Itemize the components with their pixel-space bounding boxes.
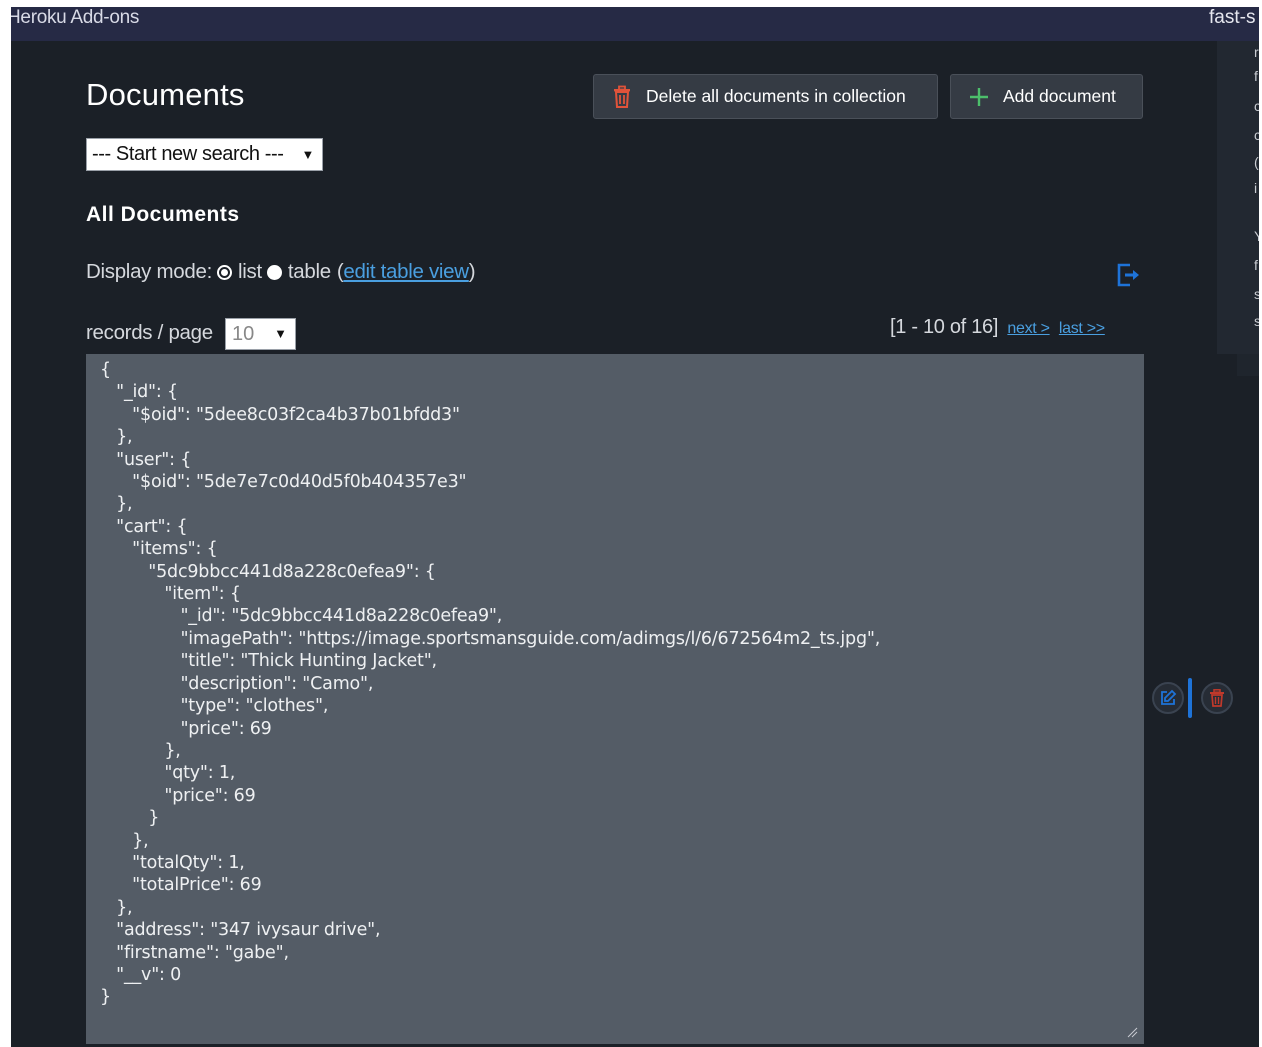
export-icon[interactable] <box>1115 261 1143 289</box>
pagination: [1 - 10 of 16] next > last >> <box>890 316 1105 339</box>
add-document-label: Add document <box>1003 86 1116 106</box>
edit-document-button[interactable] <box>1152 682 1184 714</box>
trash-icon <box>614 85 630 108</box>
document-json[interactable]: { "_id": { "$oid": "5dee8c03f2ca4b37b01b… <box>100 359 880 1009</box>
display-mode: Display mode: list table ( edit table vi… <box>86 260 476 284</box>
section-title: All Documents <box>86 203 240 226</box>
table-radio-label[interactable]: table <box>288 260 331 284</box>
side-text: c <box>1254 98 1259 114</box>
app-frame: Heroku Add-ons fast-s r f c c ( i Y f s … <box>11 7 1259 1047</box>
list-radio-label[interactable]: list <box>238 260 262 284</box>
display-mode-label: Display mode: <box>86 260 212 283</box>
table-radio[interactable] <box>266 264 282 280</box>
delete-all-documents-button[interactable]: Delete all documents in collection <box>593 74 938 119</box>
side-text: c <box>1254 127 1259 143</box>
next-page-link[interactable]: next > <box>1007 320 1050 337</box>
side-text: r <box>1254 44 1259 60</box>
records-per-page-select[interactable]: 10 ▼ <box>225 318 296 350</box>
app-name[interactable]: fast-s <box>1209 7 1255 29</box>
search-select[interactable]: --- Start new search --- ▼ <box>86 138 323 171</box>
resize-handle-icon[interactable] <box>1126 1026 1138 1038</box>
page-title: Documents <box>86 77 245 112</box>
search-select-value: --- Start new search --- <box>92 143 284 165</box>
trash-icon <box>1210 689 1224 707</box>
chevron-down-icon: ▼ <box>301 147 315 162</box>
delete-document-button[interactable] <box>1201 682 1233 714</box>
action-divider <box>1188 678 1192 718</box>
side-text: f <box>1254 257 1258 273</box>
topbar-title[interactable]: Heroku Add-ons <box>11 7 139 29</box>
side-text: i <box>1254 180 1258 196</box>
pagination-range: [1 - 10 of 16] <box>890 316 999 338</box>
records-per-page-value: 10 <box>232 323 255 345</box>
side-text: Y <box>1254 228 1259 244</box>
last-page-link[interactable]: last >> <box>1059 320 1105 337</box>
side-panel <box>1217 41 1259 354</box>
edit-icon <box>1161 689 1177 705</box>
paren-close: ) <box>468 260 476 283</box>
document-editor[interactable]: { "_id": { "$oid": "5dee8c03f2ca4b37b01b… <box>86 354 1144 1044</box>
side-text: s <box>1254 313 1259 329</box>
add-document-button[interactable]: Add document <box>950 74 1143 119</box>
delete-all-label: Delete all documents in collection <box>646 86 906 106</box>
chevron-down-icon: ▼ <box>274 326 287 341</box>
plus-icon <box>970 87 988 106</box>
side-text: ( <box>1254 154 1259 170</box>
edit-table-view-link[interactable]: edit table view <box>343 260 469 284</box>
list-radio[interactable] <box>217 264 232 280</box>
top-bar: Heroku Add-ons fast-s <box>11 7 1259 41</box>
side-panel-tail <box>1237 354 1259 376</box>
side-text: s <box>1254 286 1259 302</box>
records-per-page-label: records / page <box>86 321 213 344</box>
side-text: f <box>1254 68 1258 84</box>
